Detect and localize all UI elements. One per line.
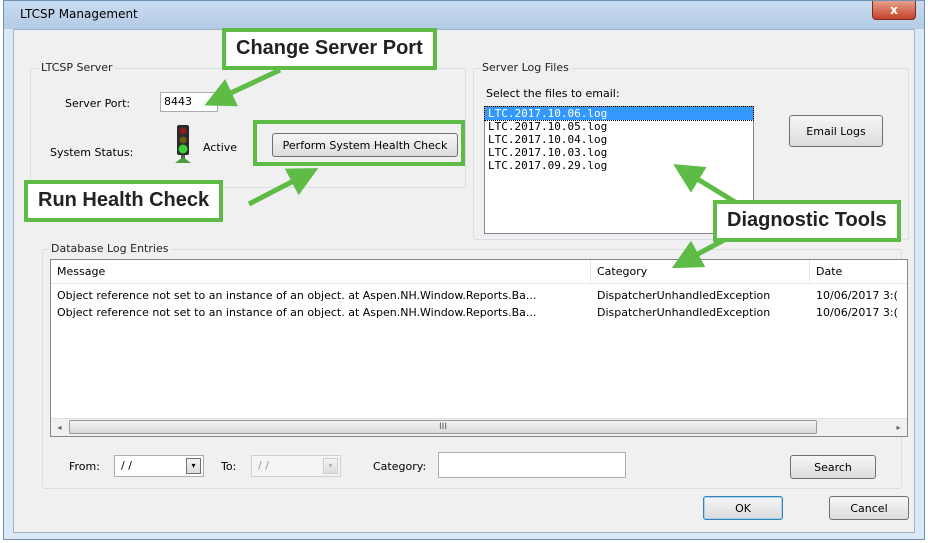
cancel-button[interactable]: Cancel xyxy=(829,496,909,520)
dialog-window: LTCSP Management x LTCSP Server Server P… xyxy=(3,0,925,540)
log-files-prompt: Select the files to email: xyxy=(486,87,620,100)
scroll-left-icon[interactable]: ◂ xyxy=(51,419,68,436)
column-header-date[interactable]: Date xyxy=(810,260,907,283)
title-bar[interactable]: LTCSP Management x xyxy=(4,1,924,29)
chevron-down-icon[interactable]: ▾ xyxy=(323,458,338,474)
row-message: Object reference not set to an instance … xyxy=(57,306,537,319)
server-group-label: LTCSP Server xyxy=(39,61,115,74)
system-status-value: Active xyxy=(203,141,238,154)
email-logs-button[interactable]: Email Logs xyxy=(789,115,883,147)
health-check-highlight xyxy=(253,120,465,166)
db-log-group-label: Database Log Entries xyxy=(49,242,171,255)
log-file-item[interactable]: LTC.2017.10.06.log xyxy=(484,106,754,121)
row-message: Object reference not set to an instance … xyxy=(57,289,537,302)
system-status-label: System Status: xyxy=(50,146,134,159)
scroll-thumb[interactable]: III xyxy=(69,420,817,434)
change-port-callout: Change Server Port xyxy=(222,28,437,70)
scroll-grip-icon: III xyxy=(439,422,447,432)
from-date-picker[interactable]: / / ▾ xyxy=(114,455,204,477)
row-category: DispatcherUnhandledException xyxy=(597,289,771,302)
category-input[interactable] xyxy=(438,452,626,478)
to-date-picker[interactable]: / / ▾ xyxy=(251,455,341,477)
log-file-item[interactable]: LTC.2017.10.03.log xyxy=(485,146,753,159)
log-file-item[interactable]: LTC.2017.10.05.log xyxy=(485,120,753,133)
to-date-value: / / xyxy=(258,459,269,472)
row-date: 10/06/2017 3:( xyxy=(816,306,898,319)
close-button[interactable]: x xyxy=(872,1,916,20)
log-file-item[interactable]: LTC.2017.10.04.log xyxy=(485,133,753,146)
chevron-down-icon[interactable]: ▾ xyxy=(186,458,201,474)
log-file-item[interactable]: LTC.2017.09.29.log xyxy=(485,159,753,172)
ok-button[interactable]: OK xyxy=(703,496,783,520)
db-log-listview[interactable]: Message Category Date Object reference n… xyxy=(50,259,908,437)
window-title: LTCSP Management xyxy=(20,7,138,21)
dialog-client-area: LTCSP Server Server Port: 8443 System St… xyxy=(13,29,915,533)
from-label: From: xyxy=(69,460,100,473)
db-log-header: Message Category Date xyxy=(51,260,907,284)
log-files-group-label: Server Log Files xyxy=(480,61,571,74)
log-file-list: LTC.2017.10.06.log LTC.2017.10.05.log LTC.… xyxy=(484,106,754,172)
search-button[interactable]: Search xyxy=(790,455,876,479)
traffic-light-icon xyxy=(175,125,191,163)
column-header-message[interactable]: Message xyxy=(51,260,591,283)
server-port-label: Server Port: xyxy=(65,97,131,110)
category-label: Category: xyxy=(373,460,427,473)
diagnostic-tools-callout: Diagnostic Tools xyxy=(713,200,901,242)
scroll-right-icon[interactable]: ▸ xyxy=(890,419,907,436)
server-port-input[interactable]: 8443 xyxy=(160,92,218,112)
server-port-value: 8443 xyxy=(164,95,192,108)
horizontal-scrollbar[interactable]: ◂ III ▸ xyxy=(51,418,907,436)
row-category: DispatcherUnhandledException xyxy=(597,306,771,319)
column-header-category[interactable]: Category xyxy=(591,260,810,283)
from-date-value: / / xyxy=(121,459,132,472)
row-date: 10/06/2017 3:( xyxy=(816,289,898,302)
health-check-callout: Run Health Check xyxy=(24,180,224,222)
close-icon: x xyxy=(890,3,898,17)
to-label: To: xyxy=(221,460,237,473)
